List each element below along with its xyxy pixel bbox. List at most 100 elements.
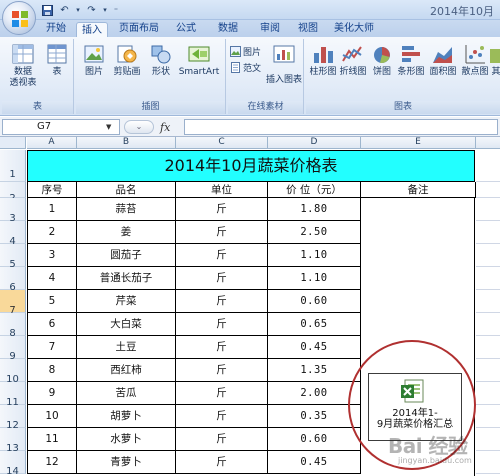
empty-grid-cell[interactable]	[476, 150, 500, 182]
empty-grid-cell[interactable]	[476, 290, 500, 313]
row-header-6[interactable]: 6	[0, 267, 26, 293]
pivot-table-button[interactable]: 数据 透视表	[6, 43, 40, 89]
select-all-corner[interactable]	[0, 137, 26, 149]
header-cell-price[interactable]: 价 位（元）	[268, 182, 361, 198]
cell-no[interactable]: 9	[27, 382, 77, 405]
cell-price[interactable]: 0.60	[268, 428, 361, 451]
insert-chart-online-button[interactable]: 插入图表	[264, 43, 304, 86]
column-header-E[interactable]: E	[361, 137, 476, 149]
row-header-3[interactable]: 3	[0, 198, 26, 224]
line-chart-button[interactable]: 折线图	[338, 43, 368, 78]
cell-price[interactable]: 2.50	[268, 221, 361, 244]
row-header-5[interactable]: 5	[0, 244, 26, 270]
customize-qat-icon[interactable]: ⁼	[111, 3, 121, 17]
cell-name[interactable]: 普通长茄子	[77, 267, 176, 290]
tab-data[interactable]: 数据	[212, 21, 244, 37]
cell-unit[interactable]: 斤	[176, 290, 268, 313]
empty-grid-cell[interactable]	[476, 221, 500, 244]
cell-no[interactable]: 2	[27, 221, 77, 244]
row-header-14[interactable]: 14	[0, 451, 26, 476]
insert-function-button[interactable]: fx	[160, 121, 170, 134]
scatter-chart-button[interactable]: 散点图	[460, 43, 490, 78]
row-header-9[interactable]: 9	[0, 336, 26, 362]
cell-name[interactable]: 水萝卜	[77, 428, 176, 451]
cell-price[interactable]: 0.65	[268, 313, 361, 336]
cell-unit[interactable]: 斤	[176, 267, 268, 290]
area-chart-button[interactable]: 面积图	[428, 43, 458, 78]
column-header-D[interactable]: D	[268, 137, 361, 149]
tab-page-layout[interactable]: 页面布局	[114, 21, 164, 37]
empty-grid-cell[interactable]	[476, 182, 500, 198]
row-header-4[interactable]: 4	[0, 221, 26, 247]
cell-name[interactable]: 姜	[77, 221, 176, 244]
cell-unit[interactable]: 斤	[176, 221, 268, 244]
row-header-7[interactable]: 7	[0, 290, 26, 316]
bar-chart-button[interactable]: 条形图	[396, 43, 426, 78]
cell-no[interactable]: 3	[27, 244, 77, 267]
tab-home[interactable]: 开始	[40, 21, 72, 37]
empty-grid-cell[interactable]	[476, 405, 500, 428]
cell-no[interactable]: 1	[27, 198, 77, 221]
cell-no[interactable]: 5	[27, 290, 77, 313]
row-header-12[interactable]: 12	[0, 405, 26, 431]
cell-price[interactable]: 0.35	[268, 405, 361, 428]
empty-grid-cell[interactable]	[476, 198, 500, 221]
cell-name[interactable]: 圆茄子	[77, 244, 176, 267]
sheet-title[interactable]: 2014年10月蔬菜价格表	[27, 150, 475, 182]
empty-grid-cell[interactable]	[476, 428, 500, 451]
tab-formulas[interactable]: 公式	[170, 21, 202, 37]
tab-review[interactable]: 审阅	[254, 21, 286, 37]
row-header-13[interactable]: 13	[0, 428, 26, 454]
header-cell-name[interactable]: 品名	[77, 182, 176, 198]
row-header-10[interactable]: 10	[0, 359, 26, 385]
column-header-A[interactable]: A	[27, 137, 77, 149]
redo-icon[interactable]: ↷	[84, 3, 99, 17]
redo-dropdown-icon[interactable]: ▾	[101, 3, 109, 17]
embedded-excel-object[interactable]: 2014年1- 9月蔬菜价格汇总	[368, 373, 462, 441]
cell-unit[interactable]: 斤	[176, 313, 268, 336]
tab-meihua-dashi[interactable]: 美化大师	[332, 21, 376, 37]
header-cell-unit[interactable]: 单位	[176, 182, 268, 198]
cell-name[interactable]: 西红柿	[77, 359, 176, 382]
cell-no[interactable]: 12	[27, 451, 77, 474]
table-button[interactable]: 表	[44, 43, 70, 78]
cell-price[interactable]: 1.80	[268, 198, 361, 221]
shapes-button[interactable]: 形状	[146, 43, 176, 78]
formula-input[interactable]	[184, 119, 498, 135]
formula-scroll-icon[interactable]: ⌄	[124, 120, 154, 134]
cell-name[interactable]: 芹菜	[77, 290, 176, 313]
cell-unit[interactable]: 斤	[176, 359, 268, 382]
cell-unit[interactable]: 斤	[176, 451, 268, 474]
column-header-B[interactable]: B	[77, 137, 176, 149]
cell-unit[interactable]: 斤	[176, 382, 268, 405]
cell-name[interactable]: 土豆	[77, 336, 176, 359]
row-header-8[interactable]: 8	[0, 313, 26, 339]
cell-no[interactable]: 7	[27, 336, 77, 359]
cell-no[interactable]: 8	[27, 359, 77, 382]
header-cell-note[interactable]: 备注	[361, 182, 476, 198]
tab-view[interactable]: 视图	[292, 21, 324, 37]
clipart-button[interactable]: 剪贴画	[110, 43, 144, 78]
office-button[interactable]	[2, 1, 36, 35]
online-picture-button[interactable]: 图片	[230, 45, 261, 58]
row-header-1[interactable]: 1	[0, 150, 26, 182]
header-cell-no[interactable]: 序号	[27, 182, 77, 198]
cell-name[interactable]: 胡萝卜	[77, 405, 176, 428]
cell-no[interactable]: 11	[27, 428, 77, 451]
undo-dropdown-icon[interactable]: ▾	[74, 3, 82, 17]
cell-unit[interactable]: 斤	[176, 198, 268, 221]
cell-price[interactable]: 0.45	[268, 451, 361, 474]
other-chart-button[interactable]: 其	[490, 43, 500, 78]
cell-name[interactable]: 蒜苔	[77, 198, 176, 221]
cell-price[interactable]: 1.10	[268, 267, 361, 290]
tab-insert[interactable]: 插入	[76, 22, 108, 38]
smartart-button[interactable]: SmartArt	[176, 43, 222, 78]
name-box[interactable]: G7	[2, 119, 120, 135]
cell-name[interactable]: 苦瓜	[77, 382, 176, 405]
pie-chart-button[interactable]: 饼图	[370, 43, 394, 78]
cell-price[interactable]: 1.35	[268, 359, 361, 382]
empty-grid-cell[interactable]	[476, 359, 500, 382]
empty-grid-cell[interactable]	[476, 451, 500, 474]
undo-icon[interactable]: ↶	[57, 3, 72, 17]
cell-price[interactable]: 0.45	[268, 336, 361, 359]
